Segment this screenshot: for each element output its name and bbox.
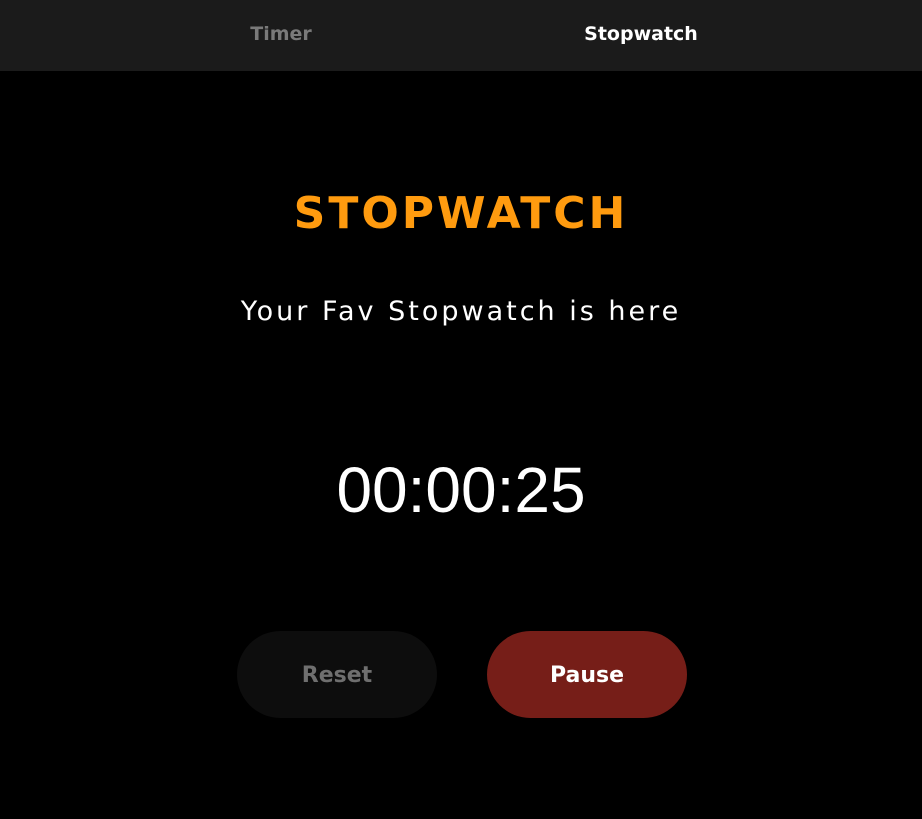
page-subtitle: Your Fav Stopwatch is here xyxy=(240,296,682,327)
tab-stopwatch[interactable]: Stopwatch xyxy=(560,0,722,71)
tab-timer[interactable]: Timer xyxy=(200,0,362,71)
pause-button[interactable]: Pause xyxy=(487,631,687,718)
reset-button[interactable]: Reset xyxy=(237,631,437,718)
page-title: STOPWATCH xyxy=(293,188,629,239)
tab-bar: Timer Stopwatch xyxy=(0,0,922,71)
stopwatch-time-display: 00:00:25 xyxy=(336,454,586,526)
